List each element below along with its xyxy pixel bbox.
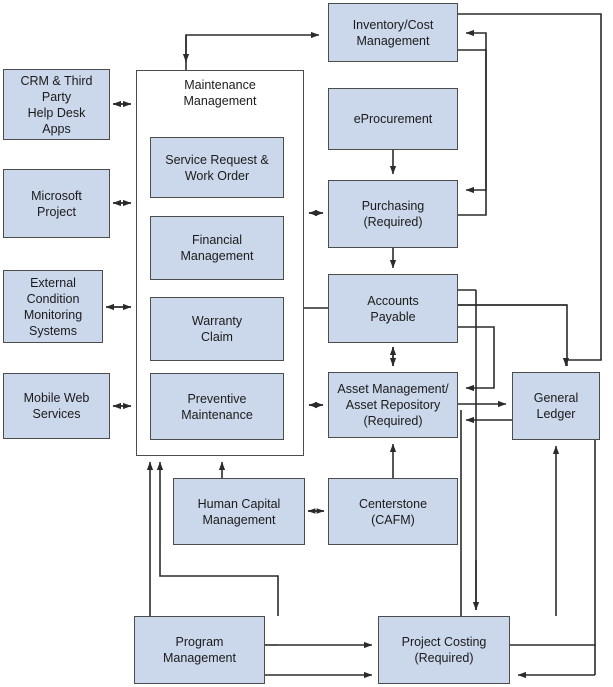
program-management-node[interactable]: Program Management — [134, 616, 265, 684]
wire-inventory-maintenance-a — [185, 31, 320, 70]
preventive-maintenance-node[interactable]: Preventive Maintenance — [150, 373, 284, 440]
external-condition-monitoring-systems-node[interactable]: External Condition Monitoring Systems — [3, 270, 103, 343]
wire-inventory-to-purchasing — [458, 49, 487, 194]
financial-management-node[interactable]: Financial Management — [150, 216, 284, 280]
accounts-payable-node[interactable]: Accounts Payable — [328, 274, 458, 343]
wire-purchasing-to-inventory — [458, 29, 487, 216]
human-capital-management-node[interactable]: Human Capital Management — [173, 478, 305, 545]
inventory-cost-management-node[interactable]: Inventory/Cost Management — [328, 3, 458, 62]
microsoft-project-node[interactable]: Microsoft Project — [3, 169, 110, 238]
centerstone-cafm-node[interactable]: Centerstone (CAFM) — [328, 478, 458, 545]
crm-third-party-help-desk-apps-node[interactable]: CRM & Third Party Help Desk Apps — [3, 69, 110, 140]
asset-management-asset-repository-required-node[interactable]: Asset Management/ Asset Repository (Requ… — [328, 372, 458, 438]
wire-projectcosting-asset — [465, 416, 596, 646]
service-request-work-order-node[interactable]: Service Request & Work Order — [150, 137, 284, 198]
eprocurement-node[interactable]: eProcurement — [328, 88, 458, 150]
maintenance-management-group-label: Maintenance Management — [183, 78, 257, 108]
wire-ap-gl-seg — [458, 304, 568, 366]
general-ledger-node[interactable]: General Ledger — [512, 372, 600, 440]
purchasing-required-node[interactable]: Purchasing (Required) — [328, 180, 458, 248]
project-costing-required-node[interactable]: Project Costing (Required) — [378, 616, 510, 684]
warranty-claim-node[interactable]: Warranty Claim — [150, 297, 284, 361]
diagram-canvas: Maintenance Management CRM & Third Party… — [0, 0, 613, 687]
mobile-web-services-node[interactable]: Mobile Web Services — [3, 373, 110, 439]
